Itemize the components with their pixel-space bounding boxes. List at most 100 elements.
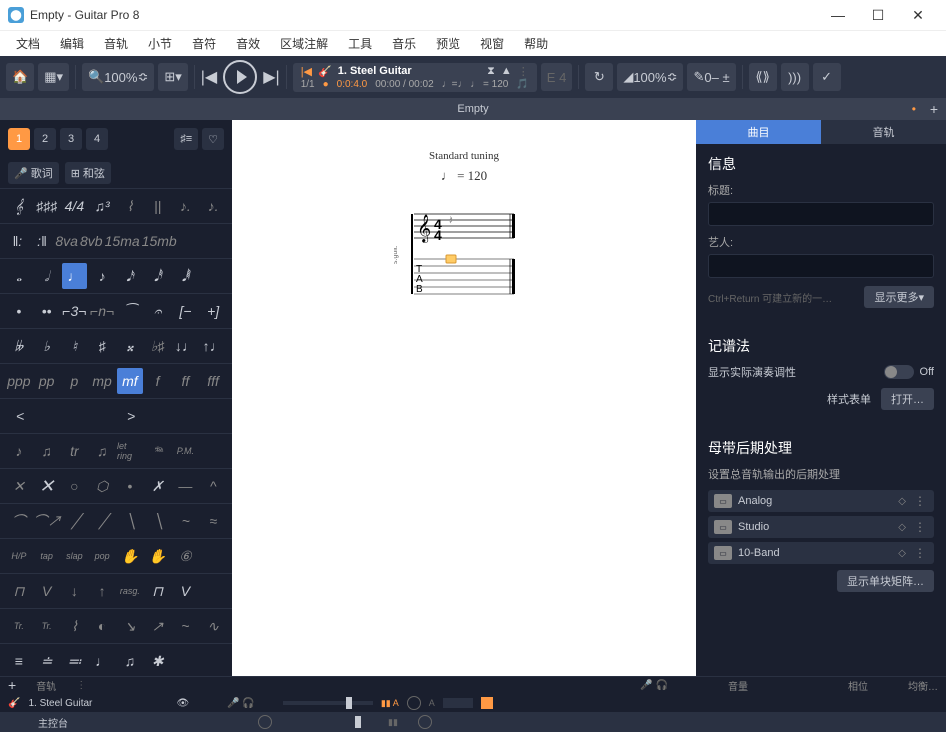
repeat-start[interactable]: ‖:	[6, 228, 29, 254]
dotted[interactable]: •	[6, 298, 32, 324]
ottava-bassa[interactable]: 8vb	[80, 228, 103, 254]
menu-bar[interactable]: 小节	[138, 32, 182, 55]
grid-button[interactable]: ⊞▾	[158, 63, 187, 91]
menu-edit[interactable]: 编辑	[50, 32, 94, 55]
fermata[interactable]: 𝄐	[145, 298, 171, 324]
tremolo[interactable]: ♫	[89, 438, 115, 464]
menu-window[interactable]: 视窗	[470, 32, 514, 55]
brush-up[interactable]: ✋	[117, 543, 143, 569]
menu-section[interactable]: 区域注解	[270, 32, 338, 55]
rest[interactable]: ≡	[6, 648, 32, 674]
stroke-up[interactable]: V	[173, 578, 199, 604]
pick-up[interactable]: V	[34, 578, 60, 604]
ghost-note[interactable]: ✕	[34, 473, 60, 499]
tool2-button[interactable]: )))	[781, 63, 809, 91]
wide-vibrato[interactable]: ≈	[201, 508, 226, 534]
accent-1[interactable]: ○	[62, 473, 88, 499]
tool3-button[interactable]: ✓	[813, 63, 841, 91]
vibrato[interactable]: ~	[173, 508, 198, 534]
return[interactable]: ↗	[145, 613, 171, 639]
64th-note[interactable]: 𝅘𝅥𝅱	[173, 263, 199, 289]
anacrusis[interactable]: ||	[145, 193, 171, 219]
tenuto[interactable]: —	[173, 473, 199, 499]
slide-4[interactable]: ╲	[146, 508, 171, 534]
free-time[interactable]: ⌇	[117, 193, 143, 219]
loop-button[interactable]: ↻	[585, 63, 613, 91]
palette-fav-button[interactable]: ♯≡	[174, 128, 198, 150]
rasg[interactable]: rasg.	[117, 578, 143, 604]
semitone-down[interactable]: ↓♩	[173, 333, 199, 359]
palette-tab-4[interactable]: 4	[86, 128, 108, 150]
triplet[interactable]: ♫³	[89, 193, 115, 219]
inspector-tab-track[interactable]: 音轨	[821, 120, 946, 144]
effect-row-10band[interactable]: ▭ 10-Band ◇⋮	[708, 542, 934, 564]
play-button[interactable]	[223, 60, 257, 94]
key-sharps[interactable]: ♯♯♯	[34, 193, 60, 219]
menu-note[interactable]: 音符	[182, 32, 226, 55]
palette-tab-3[interactable]: 3	[60, 128, 82, 150]
menu-tools[interactable]: 工具	[338, 32, 382, 55]
tuplet-n[interactable]: ⌐n¬	[89, 298, 115, 324]
dyn-mp[interactable]: mp	[89, 368, 115, 394]
bend-1[interactable]: ⌒	[6, 508, 31, 534]
brush-down[interactable]: ✋	[145, 543, 171, 569]
home-button[interactable]: 🏠	[6, 63, 34, 91]
title-input[interactable]	[708, 202, 934, 226]
harmonic-6[interactable]: ⑥	[173, 543, 199, 569]
wah[interactable]: ◐	[89, 613, 115, 639]
15mb[interactable]: 15mb	[142, 228, 177, 254]
palette-tab-1[interactable]: 1	[8, 128, 30, 150]
dyn-ff[interactable]: ff	[173, 368, 199, 394]
time-sig[interactable]: 4/4	[62, 193, 88, 219]
pencil-button[interactable]: ✎ 0 ‒ ±	[687, 63, 735, 91]
effect-row-analog[interactable]: ▭ Analog ◇⋮	[708, 490, 934, 512]
grace-1[interactable]: ♪	[6, 438, 32, 464]
eighth-note[interactable]: ♪	[89, 263, 115, 289]
arpeggio-up[interactable]: ↑	[89, 578, 115, 604]
staccato[interactable]: •	[117, 473, 143, 499]
open-stylesheet-button[interactable]: 打开…	[881, 388, 934, 410]
tap[interactable]: tap	[34, 543, 60, 569]
wavy[interactable]: ⌇	[62, 613, 88, 639]
beam-1[interactable]: ≐	[34, 648, 60, 674]
menu-help[interactable]: 帮助	[514, 32, 558, 55]
show-matrix-button[interactable]: 显示单块矩阵…	[837, 570, 934, 592]
track-color-1[interactable]	[481, 697, 493, 709]
double-sharp[interactable]: 𝄪	[117, 333, 143, 359]
repeat-end[interactable]: :‖	[31, 228, 54, 254]
tool1-button[interactable]: ⟪⟫	[749, 63, 777, 91]
palette-tab-2[interactable]: 2	[34, 128, 56, 150]
swing-1[interactable]: ♪.	[173, 193, 199, 219]
dyn-f[interactable]: f	[145, 368, 171, 394]
acc-6[interactable]: ♭♯	[145, 333, 171, 359]
master-knob-1[interactable]	[258, 715, 272, 729]
clef-treble[interactable]: 𝄞	[6, 193, 32, 219]
palette-heart-button[interactable]: ♡	[202, 128, 224, 150]
half-note[interactable]: 𝅗𝅥	[34, 263, 60, 289]
dyn-mf[interactable]: mf	[117, 368, 143, 394]
voice-split[interactable]: ✱	[145, 648, 171, 674]
accent-heavy[interactable]: ✗	[145, 473, 171, 499]
dyn-ppp[interactable]: ppp	[6, 368, 32, 394]
dyn-pp[interactable]: pp	[34, 368, 60, 394]
decrescendo[interactable]: >	[117, 403, 226, 429]
speed-button[interactable]: ◢ 100% ≎	[617, 63, 683, 91]
15ma[interactable]: 15ma	[105, 228, 140, 254]
double-dotted[interactable]: ••	[34, 298, 60, 324]
dive[interactable]: ↘	[117, 613, 143, 639]
chords-button[interactable]: ⊞ 和弦	[65, 162, 111, 184]
accent-2[interactable]: ⬡	[89, 473, 115, 499]
hammer[interactable]: H/P	[6, 543, 32, 569]
add-track-button[interactable]: +	[8, 677, 16, 693]
double-flat[interactable]: 𝄫	[6, 333, 32, 359]
track1-name[interactable]: 1. Steel Guitar	[28, 698, 168, 709]
trill[interactable]: tr	[62, 438, 88, 464]
marcato[interactable]: ^	[200, 473, 226, 499]
slide-2[interactable]: ╱	[91, 508, 116, 534]
lyrics-button[interactable]: 🎤 歌词	[8, 162, 59, 184]
display-actual-toggle[interactable]	[884, 365, 914, 379]
tr-1[interactable]: Tr.	[6, 613, 32, 639]
natural[interactable]: ♮	[62, 333, 88, 359]
32nd-note[interactable]: 𝅘𝅥𝅰	[145, 263, 171, 289]
whole-note[interactable]: 𝅝	[6, 263, 32, 289]
